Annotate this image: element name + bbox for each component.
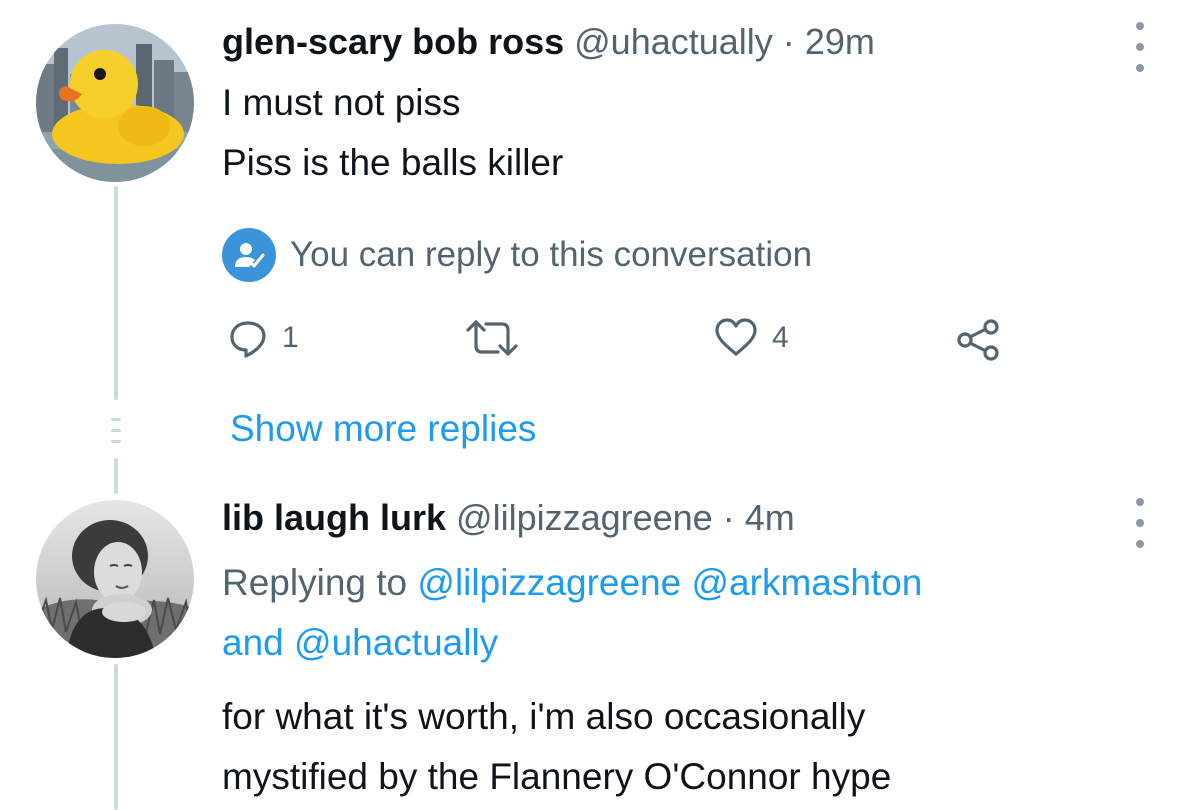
replying-to-label: Replying to xyxy=(222,562,408,603)
woman-portrait-avatar[interactable] xyxy=(36,500,194,658)
separator-dot: · xyxy=(782,21,795,62)
replying-to-line: and @uhactually xyxy=(222,614,498,672)
mention-link[interactable]: @uhactually xyxy=(294,622,498,663)
tweet-header: lib laugh lurk @lilpizzagreene · 4m xyxy=(222,496,795,540)
mention-link[interactable]: @lilpizzagreene xyxy=(417,562,681,603)
timestamp[interactable]: 4m xyxy=(745,497,795,538)
like-heart-icon xyxy=(715,318,757,356)
tweet-text-line: mystified by the Flannery O'Connor hype xyxy=(222,756,892,797)
display-name[interactable]: glen-scary bob ross xyxy=(222,21,564,62)
reply-icon xyxy=(230,321,266,358)
separator-dot: · xyxy=(722,497,735,538)
thread-ellipsis-dot xyxy=(111,429,121,432)
mention-link[interactable]: @arkmashton xyxy=(691,562,922,603)
like-button[interactable]: 4 xyxy=(714,318,789,358)
thread-line-mid xyxy=(114,458,118,494)
thread-line-bottom xyxy=(114,664,118,810)
show-more-replies-link[interactable]: Show more replies xyxy=(230,408,536,450)
thread-ellipsis-dot xyxy=(111,440,121,443)
display-name[interactable]: lib laugh lurk xyxy=(222,497,446,538)
share-button[interactable] xyxy=(956,318,1000,362)
reply-permission-notice: You can reply to this conversation xyxy=(222,228,812,282)
replying-to-line: Replying to @lilpizzagreene @arkmashton xyxy=(222,554,922,612)
tweet-text-line: I must not piss xyxy=(222,82,461,123)
tweet-header: glen-scary bob ross @uhactually · 29m xyxy=(222,20,875,64)
more-options-icon[interactable] xyxy=(1128,22,1152,72)
like-count: 4 xyxy=(772,321,789,354)
reply-count: 1 xyxy=(282,321,299,354)
share-icon xyxy=(957,319,999,361)
tweet-text-line: for what it's worth, i'm also occasional… xyxy=(222,696,866,737)
user-handle[interactable]: @lilpizzagreene xyxy=(456,497,713,538)
timestamp[interactable]: 29m xyxy=(805,21,875,62)
user-handle[interactable]: @uhactually xyxy=(574,21,773,62)
more-options-icon[interactable] xyxy=(1128,498,1152,548)
reply-button[interactable]: 1 xyxy=(228,318,299,358)
retweet-button[interactable] xyxy=(462,318,522,358)
rubber-duck-avatar[interactable] xyxy=(36,24,194,182)
thread-line-top xyxy=(114,186,118,400)
thread-ellipsis-dot xyxy=(111,418,121,421)
reply-permission-icon xyxy=(222,228,276,282)
reply-permission-text: You can reply to this conversation xyxy=(290,235,813,274)
retweet-icon xyxy=(466,320,518,356)
replying-and[interactable]: and xyxy=(222,622,284,663)
tweet-text-line: Piss is the balls killer xyxy=(222,142,564,183)
